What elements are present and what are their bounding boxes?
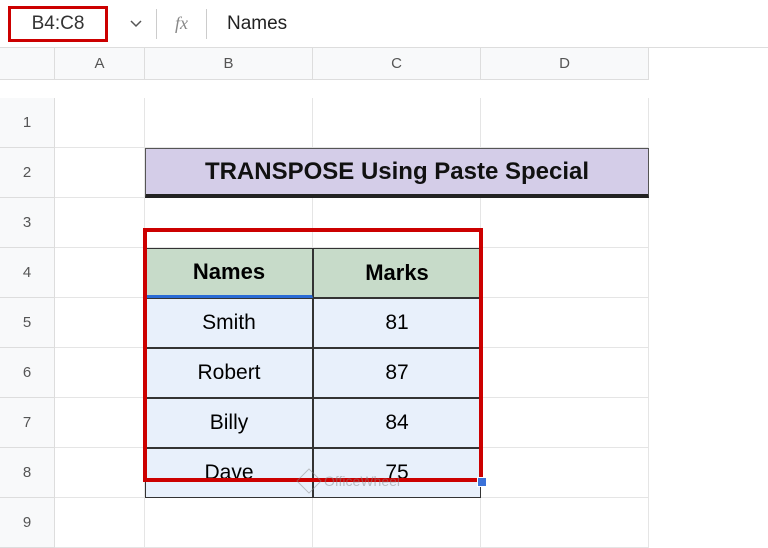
select-all-corner[interactable] bbox=[0, 48, 55, 80]
watermark-text: OfficeWheel bbox=[324, 473, 400, 489]
name-box[interactable]: B4:C8 bbox=[8, 6, 108, 42]
cell-d5[interactable] bbox=[481, 298, 649, 348]
cell-d3[interactable] bbox=[481, 198, 649, 248]
cell-a2[interactable] bbox=[55, 148, 145, 198]
cell-a5[interactable] bbox=[55, 298, 145, 348]
cell-a8[interactable] bbox=[55, 448, 145, 498]
col-header-c[interactable]: C bbox=[313, 48, 481, 80]
cell-c4-header-marks[interactable]: Marks bbox=[313, 248, 481, 298]
cell-c9[interactable] bbox=[313, 498, 481, 548]
row-header-3[interactable]: 3 bbox=[0, 198, 55, 248]
cell-a7[interactable] bbox=[55, 398, 145, 448]
title-cell[interactable]: TRANSPOSE Using Paste Special bbox=[145, 148, 649, 198]
selection-handle[interactable] bbox=[477, 477, 487, 487]
cell-b9[interactable] bbox=[145, 498, 313, 548]
cell-c7[interactable]: 84 bbox=[313, 398, 481, 448]
cell-a4[interactable] bbox=[55, 248, 145, 298]
cell-d4[interactable] bbox=[481, 248, 649, 298]
cell-a9[interactable] bbox=[55, 498, 145, 548]
name-box-dropdown[interactable] bbox=[116, 20, 156, 28]
watermark: OfficeWheel bbox=[300, 472, 400, 490]
formula-bar: B4:C8 fx bbox=[0, 0, 768, 48]
row-header-7[interactable]: 7 bbox=[0, 398, 55, 448]
row-header-8[interactable]: 8 bbox=[0, 448, 55, 498]
watermark-icon bbox=[296, 468, 321, 493]
chevron-down-icon bbox=[130, 20, 142, 28]
fx-label: fx bbox=[157, 13, 206, 34]
cell-d8[interactable] bbox=[481, 448, 649, 498]
cell-b4-header-names[interactable]: Names bbox=[145, 248, 313, 298]
cell-a6[interactable] bbox=[55, 348, 145, 398]
cell-c1[interactable] bbox=[313, 98, 481, 148]
row-header-5[interactable]: 5 bbox=[0, 298, 55, 348]
cell-b1[interactable] bbox=[145, 98, 313, 148]
col-header-b[interactable]: B bbox=[145, 48, 313, 80]
row-header-4[interactable]: 4 bbox=[0, 248, 55, 298]
row-header-2[interactable]: 2 bbox=[0, 148, 55, 198]
cell-b8[interactable]: Dave bbox=[145, 448, 313, 498]
cell-a3[interactable] bbox=[55, 198, 145, 248]
col-header-a[interactable]: A bbox=[55, 48, 145, 80]
row-header-1[interactable]: 1 bbox=[0, 98, 55, 148]
cell-d1[interactable] bbox=[481, 98, 649, 148]
formula-input[interactable] bbox=[207, 0, 768, 47]
cell-b3[interactable] bbox=[145, 198, 313, 248]
cell-b5[interactable]: Smith bbox=[145, 298, 313, 348]
cell-d7[interactable] bbox=[481, 398, 649, 448]
cell-d9[interactable] bbox=[481, 498, 649, 548]
col-header-d[interactable]: D bbox=[481, 48, 649, 80]
cell-c3[interactable] bbox=[313, 198, 481, 248]
cell-b7[interactable]: Billy bbox=[145, 398, 313, 448]
row-header-9[interactable]: 9 bbox=[0, 498, 55, 548]
cell-c5[interactable]: 81 bbox=[313, 298, 481, 348]
cell-b6[interactable]: Robert bbox=[145, 348, 313, 398]
cell-d6[interactable] bbox=[481, 348, 649, 398]
row-header-6[interactable]: 6 bbox=[0, 348, 55, 398]
cell-a1[interactable] bbox=[55, 98, 145, 148]
cell-c6[interactable]: 87 bbox=[313, 348, 481, 398]
